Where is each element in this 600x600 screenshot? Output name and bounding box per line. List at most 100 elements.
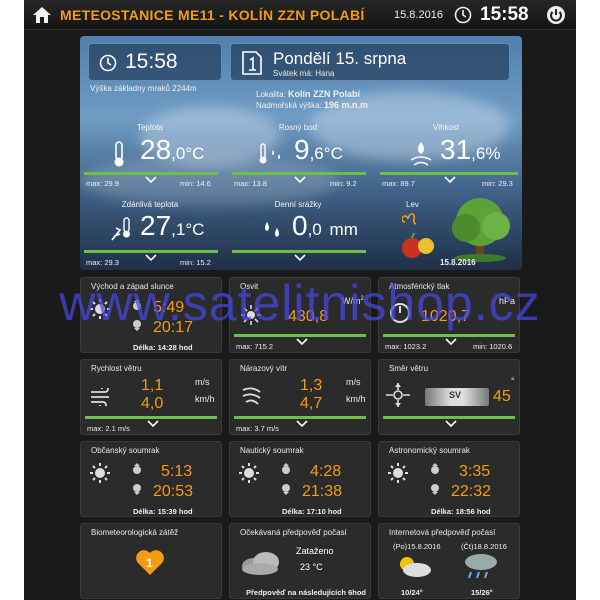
- astro-length: Délka: 18:56 hod: [431, 507, 491, 516]
- sun-icon: [90, 463, 110, 483]
- internet-temp2: 15/26°: [471, 588, 493, 597]
- cloud-base: Výška základny mraků 2244m: [90, 84, 197, 93]
- nautical-length: Délka: 17:10 hod: [282, 507, 342, 516]
- compass-arrows-icon: [386, 383, 410, 407]
- clock-icon: [454, 6, 472, 24]
- humidity-label: Vlhkost: [432, 123, 460, 132]
- gust-max: max: 3.7 m/s: [236, 424, 279, 433]
- forecast-title: Očekávaná předpověď počasí: [240, 528, 347, 537]
- card-direction: Směr větru SV 45 °: [378, 359, 520, 435]
- apparent-temp-icon: [111, 217, 130, 241]
- sun-cloud-icon: [400, 557, 431, 577]
- raindrops-icon: [265, 222, 279, 237]
- wind-max: max: 2.1 m/s: [87, 424, 130, 433]
- card-gust: Nárazový vítr 1,3 4,7 m/s km/h max: 3.7 …: [229, 359, 371, 435]
- wind-unit-kmh: km/h: [195, 394, 215, 404]
- internet-title: Internetová předpověď počasí: [389, 528, 496, 537]
- hero-day-box: Pondělí 15. srpna Svátek má: Hana: [230, 43, 510, 81]
- chevron-down-icon[interactable]: [294, 254, 306, 261]
- bio-title: Biometeorologická zátěž: [91, 528, 179, 537]
- bio-value: 1: [146, 556, 153, 570]
- gust-bar: [234, 416, 366, 419]
- dewpoint-label: Rosný bod: [278, 123, 318, 132]
- internet-day2: (Čt)18.8.2016: [461, 542, 507, 551]
- app: METEOSTANICE ME11 - KOLÍN ZZN POLABÍ 15.…: [24, 0, 576, 600]
- light-value: 430,8: [288, 308, 329, 325]
- sunset-value: 20:17: [153, 319, 194, 336]
- gauge-icon: [390, 303, 410, 323]
- card-biometeo: Biometeorologická zátěž 1: [80, 523, 222, 599]
- compass-strip-label: SV: [449, 390, 462, 400]
- forecast-note: Předpověď na následujících 6hod: [246, 588, 367, 597]
- sun-length: Délka: 14:28 hod: [133, 343, 193, 352]
- light-title: Osvit: [240, 282, 259, 291]
- forecast-temp: 23 °C: [300, 562, 323, 572]
- chevron-down-icon[interactable]: [145, 254, 157, 261]
- chevron-down-icon[interactable]: [445, 420, 457, 427]
- temperature-max: max: 29.9: [86, 179, 119, 188]
- nameday: Svátek má: Hana: [273, 69, 335, 78]
- apparent-bar: [84, 250, 218, 253]
- civil-set: 20:53: [153, 483, 194, 500]
- wind-title: Rychlost větru: [91, 364, 142, 373]
- gust-title: Nárazový vítr: [240, 364, 288, 373]
- chevron-down-icon[interactable]: [294, 176, 306, 183]
- chevron-down-icon[interactable]: [444, 176, 456, 183]
- chevron-down-icon[interactable]: [147, 420, 159, 427]
- gust-icon: [242, 387, 261, 405]
- card-internet-forecast: Internetová předpověď počasí (Po)15.8.20…: [378, 523, 520, 599]
- calendar-icon: [242, 51, 262, 75]
- civil-title: Občanský soumrak: [91, 446, 160, 455]
- sun-icon: [388, 463, 408, 483]
- chevron-down-icon[interactable]: [445, 338, 457, 345]
- leo-sign-icon: [402, 213, 417, 225]
- sunrise-sunset-icon: [282, 463, 290, 495]
- wind-kmh: 4,0: [141, 395, 164, 412]
- humidity-value: 31,6%: [440, 134, 501, 165]
- card-light: Osvit W/m2 430,8 max: 715.2: [229, 277, 371, 353]
- sun-title: Východ a západ slunce: [91, 282, 174, 291]
- header-date: 15.8.2016: [394, 9, 443, 21]
- rain-bar: [232, 250, 366, 253]
- pressure-value: 1020,7: [421, 308, 470, 325]
- sunrise-value: 5:49: [153, 299, 185, 316]
- rain-label: Denní srážky: [274, 200, 322, 209]
- chevron-down-icon[interactable]: [145, 176, 157, 183]
- fruit-icon: [402, 232, 434, 258]
- apparent-value: 27,1°C: [140, 210, 205, 241]
- sunrise-sunset-icon: [133, 463, 141, 495]
- card-nautical-twilight: Nautický soumrak 4:28 21:38 Délka: 17:10…: [229, 441, 371, 517]
- dewpoint-max: max: 13.8: [234, 179, 267, 188]
- forecast-condition: Zataženo: [296, 546, 334, 556]
- hero-time-box: 15:58: [88, 43, 222, 81]
- astro-rise: 3:35: [459, 463, 491, 480]
- light-max: max: 715.2: [236, 342, 274, 351]
- power-icon[interactable]: [546, 5, 566, 25]
- temperature-bar: [84, 172, 218, 175]
- thermometer-icon: [114, 141, 124, 167]
- sunrise-sunset-icon: [133, 299, 141, 331]
- cloud-icon: [242, 552, 279, 575]
- altitude-row: Nadmořská výška: 196 m.n.m: [256, 100, 369, 110]
- hero-day: Pondělí 15. srpna: [273, 49, 407, 68]
- dewpoint-icon: [259, 143, 280, 164]
- chevron-down-icon[interactable]: [296, 338, 308, 345]
- direction-bar: [383, 416, 515, 419]
- gust-unit-ms: m/s: [346, 377, 361, 387]
- humidity-icon: [410, 142, 432, 166]
- card-civil-twilight: Občanský soumrak 5:13 20:53 Délka: 15:39…: [80, 441, 222, 517]
- sun-icon: [239, 463, 259, 483]
- home-icon[interactable]: [32, 5, 52, 25]
- rain-value: 0,0 mm: [292, 210, 358, 241]
- wind-ms: 1,1: [141, 377, 164, 394]
- nautical-set: 21:38: [302, 483, 343, 500]
- chevron-down-icon[interactable]: [296, 420, 308, 427]
- app-title: METEOSTANICE ME11 - KOLÍN ZZN POLABÍ: [60, 7, 365, 23]
- dewpoint-value: 9,6°C: [294, 134, 343, 165]
- apparent-min: min: 15.2: [180, 258, 211, 267]
- card-sun: Východ a západ slunce 5:49 20:17 Délka: …: [80, 277, 222, 353]
- direction-title: Směr větru: [389, 364, 429, 373]
- temperature-min: min: 14.6: [180, 179, 211, 188]
- sun-icon: [241, 305, 261, 325]
- location-row: Lokalita: Kolín ZZN Polabí: [256, 89, 361, 99]
